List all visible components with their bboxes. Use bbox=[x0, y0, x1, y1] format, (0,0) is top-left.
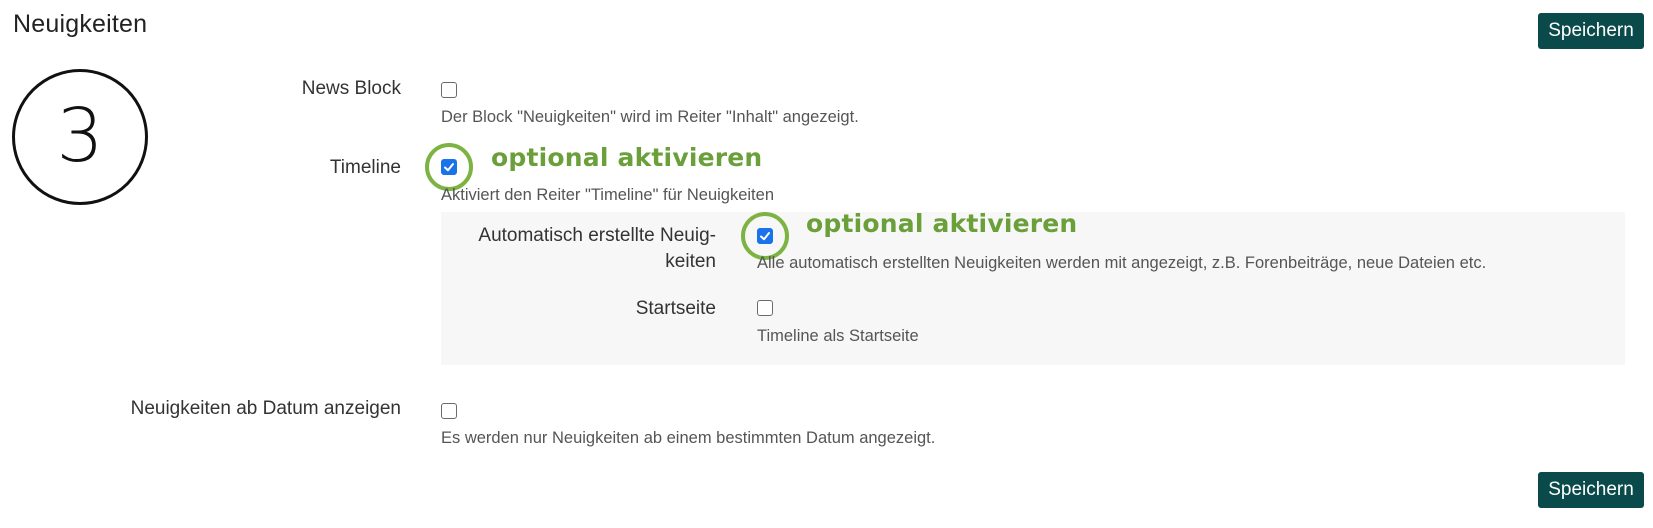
checkmark-icon bbox=[444, 163, 454, 172]
step-number: 3 bbox=[56, 93, 104, 179]
save-button-top[interactable]: Speichern bbox=[1538, 13, 1644, 49]
auto-news-checkbox[interactable] bbox=[757, 228, 773, 244]
news-block-label: News Block bbox=[301, 78, 401, 99]
auto-news-label-line1: Automatisch erstellte Neuig- bbox=[478, 225, 716, 246]
timeline-label: Timeline bbox=[329, 157, 401, 178]
news-from-date-label: Neuigkeiten ab Datum anzeigen bbox=[130, 398, 401, 419]
news-from-date-checkbox[interactable] bbox=[441, 403, 457, 419]
save-button-bottom[interactable]: Speichern bbox=[1538, 472, 1644, 508]
annotation-optional-activate: optional aktivieren bbox=[806, 209, 1078, 238]
auto-news-label-line2: keiten bbox=[665, 251, 716, 272]
startpage-help: Timeline als Startseite bbox=[757, 327, 919, 345]
news-block-checkbox[interactable] bbox=[441, 82, 457, 98]
news-from-date-help: Es werden nur Neuigkeiten ab einem besti… bbox=[441, 429, 936, 447]
step-number-badge: 3 bbox=[12, 69, 148, 205]
startpage-checkbox[interactable] bbox=[757, 300, 773, 316]
timeline-checkbox[interactable] bbox=[441, 159, 457, 175]
auto-news-help: Alle automatisch erstellten Neuigkeiten … bbox=[757, 254, 1487, 272]
timeline-help: Aktiviert den Reiter "Timeline" für Neui… bbox=[441, 186, 774, 204]
annotation-optional-activate: optional aktivieren bbox=[491, 143, 763, 172]
news-block-help: Der Block "Neuigkeiten" wird im Reiter "… bbox=[441, 108, 859, 126]
startpage-label: Startseite bbox=[635, 298, 716, 319]
checkmark-icon bbox=[760, 232, 770, 241]
page-title: Neuigkeiten bbox=[13, 10, 148, 38]
